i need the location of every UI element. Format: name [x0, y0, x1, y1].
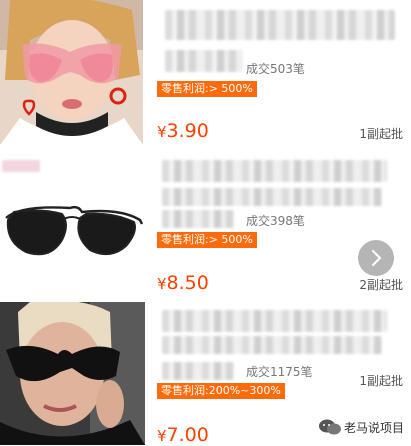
- currency-symbol: ¥: [157, 123, 167, 141]
- blurred-title-line-2: [162, 188, 382, 206]
- watermark: 老马说项目: [318, 416, 404, 438]
- price: ¥8.50: [157, 272, 209, 294]
- chevron-right-icon: [371, 249, 382, 267]
- watermark-text: 老马说项目: [344, 420, 405, 435]
- blurred-title-line-3: [162, 210, 234, 228]
- next-page-button[interactable]: [358, 240, 394, 276]
- sales-count: 成交1175笔: [246, 365, 313, 379]
- product-card[interactable]: 成交398笔 零售利润:> 500% ¥8.50 2副起批: [0, 150, 411, 302]
- blurred-store-tag: [2, 160, 40, 172]
- price-value: 7.00: [166, 424, 209, 446]
- min-order-qty: 1副起批: [359, 127, 403, 141]
- blurred-title-line-1: [162, 310, 387, 332]
- sales-count: 成交503笔: [246, 62, 305, 76]
- profit-badge: 零售利润:> 500%: [157, 81, 257, 97]
- blurred-title-line-3: [162, 362, 234, 380]
- min-order-qty: 2副起批: [359, 278, 403, 292]
- blurred-title-line-1: [165, 10, 395, 40]
- product-image-woman-cateye-sunglasses[interactable]: [0, 302, 145, 445]
- blurred-title-line-2: [162, 336, 382, 354]
- profit-badge: 零售利润:> 500%: [157, 232, 257, 248]
- price: ¥7.00: [157, 424, 209, 446]
- product-image-woman-heart-sunglasses[interactable]: [0, 0, 143, 145]
- blurred-title-line-2: [165, 50, 243, 72]
- min-order-qty: 1副起批: [359, 374, 403, 388]
- wechat-icon: [319, 419, 341, 435]
- product-card[interactable]: 成交503笔 零售利润:> 500% ¥3.90 1副起批: [0, 0, 411, 150]
- profit-badge: 零售利润:200%~300%: [157, 383, 285, 399]
- price-value: 8.50: [166, 272, 209, 294]
- sales-count: 成交398笔: [246, 214, 305, 228]
- product-image-aviator-sunglasses[interactable]: [0, 180, 145, 280]
- blurred-title-line-1: [162, 160, 387, 182]
- currency-symbol: ¥: [157, 275, 167, 293]
- currency-symbol: ¥: [157, 427, 167, 445]
- price-value: 3.90: [166, 120, 209, 142]
- price: ¥3.90: [157, 120, 209, 142]
